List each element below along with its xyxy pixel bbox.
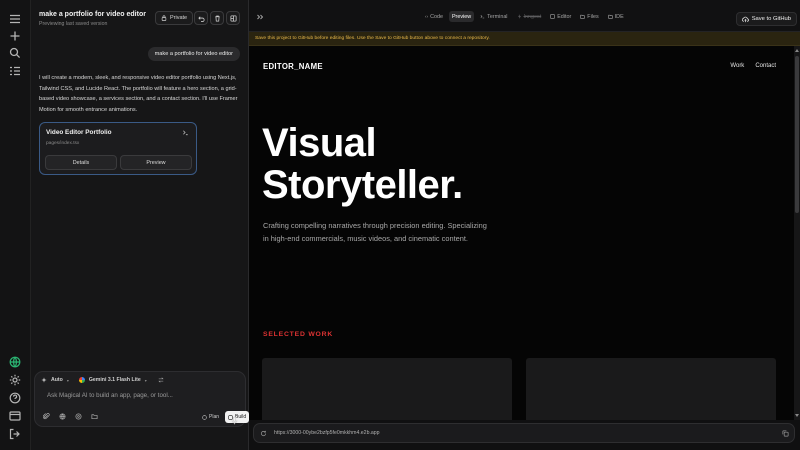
- editor-icon: [550, 14, 555, 19]
- tab-code[interactable]: ‹› Code: [422, 11, 446, 22]
- list-icon[interactable]: [8, 64, 22, 78]
- tab-ide-label: IDE: [614, 13, 624, 20]
- image-icon[interactable]: [75, 413, 82, 420]
- chat-subtitle: Previewing last saved version: [39, 21, 108, 27]
- plus-icon[interactable]: [8, 29, 22, 43]
- help-icon[interactable]: [8, 391, 22, 405]
- globe-icon[interactable]: [8, 355, 22, 369]
- terminal-tab-icon: [480, 15, 485, 19]
- preview-button[interactable]: Preview: [120, 155, 192, 170]
- model-chevron-icon: ▾: [144, 377, 147, 383]
- details-button[interactable]: Details: [45, 155, 117, 170]
- artifact-card[interactable]: Video Editor Portfolio pages/index.tsx D…: [39, 122, 197, 175]
- nav-work-link[interactable]: Work: [730, 63, 744, 69]
- github-warning-banner: Save this project to GitHub before editi…: [249, 32, 800, 46]
- url-field[interactable]: https://3000-00ybe2bzfp5fe0mkkhm4.e2b.ap…: [253, 423, 795, 443]
- tab-preview[interactable]: Preview: [448, 11, 475, 22]
- model-select[interactable]: Gemini 3.1 Flash Lite: [89, 377, 141, 383]
- chat-header: make a portfolio for video editor Previe…: [31, 0, 249, 34]
- private-label: Private: [170, 15, 188, 21]
- bolt-icon: [517, 14, 521, 19]
- copy-icon[interactable]: [782, 430, 789, 437]
- save-to-github-label: Save to GitHub: [751, 16, 791, 22]
- tab-inngest[interactable]: Inngest: [514, 11, 545, 22]
- reload-icon[interactable]: [260, 430, 267, 437]
- ide-icon: [607, 14, 613, 19]
- undo-button[interactable]: [194, 11, 208, 25]
- hero-line-1: Visual: [262, 121, 377, 165]
- private-button[interactable]: Private: [155, 11, 194, 25]
- preview-toolbar: ‹› Code Preview Terminal Inngest Editor …: [249, 0, 800, 32]
- composer-options: Auto ▾ Gemini 3.1 Flash Lite ▾: [41, 377, 164, 383]
- cloud-upload-icon: [741, 16, 749, 22]
- search-icon[interactable]: [8, 46, 22, 60]
- icon-rail: [0, 0, 31, 450]
- trash-icon: [214, 15, 220, 22]
- tab-preview-label: Preview: [451, 13, 472, 20]
- hero-line-2: Storyteller.: [262, 163, 463, 207]
- undo-icon: [197, 15, 204, 22]
- globe-small-icon[interactable]: [59, 413, 66, 420]
- attach-icon[interactable]: [43, 413, 50, 420]
- tab-code-label: Code: [430, 13, 443, 20]
- tab-terminal-label: Terminal: [487, 13, 508, 20]
- lock-icon: [161, 15, 167, 21]
- layout-icon: [229, 14, 237, 22]
- mode-select[interactable]: Auto: [51, 377, 63, 383]
- artifact-path: pages/index.tsx: [46, 141, 80, 146]
- assistant-message: I will create a modern, sleek, and respo…: [39, 75, 238, 114]
- tab-editor-label: Editor: [557, 13, 572, 20]
- save-to-github-button[interactable]: Save to GitHub: [735, 12, 797, 26]
- prompt-input[interactable]: Ask Magical AI to build an app, page, or…: [47, 392, 173, 399]
- tab-inngest-label: Inngest: [523, 13, 542, 20]
- menu-icon[interactable]: [8, 12, 22, 26]
- gemini-icon: [78, 377, 85, 383]
- plan-button[interactable]: Plan: [199, 411, 222, 423]
- settings-icon[interactable]: [8, 373, 22, 387]
- hero-heading: Visual Storyteller.: [262, 122, 463, 206]
- work-card[interactable]: [262, 358, 512, 420]
- folder-icon[interactable]: [91, 413, 98, 420]
- url-text: https://3000-00ybe2bzfp5fe0mkkhm4.e2b.ap…: [274, 430, 380, 436]
- artifact-title: Video Editor Portfolio: [46, 129, 112, 136]
- selected-work-label: SELECTED WORK: [263, 331, 334, 338]
- scroll-down-arrow[interactable]: [795, 414, 799, 417]
- url-bar: https://3000-00ybe2bzfp5fe0mkkhm4.e2b.ap…: [249, 420, 800, 450]
- preview-scrollbar[interactable]: [794, 46, 800, 420]
- chat-panel: make a portfolio for video editor Previe…: [31, 0, 250, 450]
- scroll-up-arrow[interactable]: [795, 49, 799, 52]
- delete-button[interactable]: [210, 11, 224, 25]
- plan-icon: [202, 414, 207, 420]
- mic-button[interactable]: [230, 412, 239, 425]
- tab-editor[interactable]: Editor: [547, 11, 574, 22]
- tab-files[interactable]: Files: [577, 11, 601, 22]
- tab-terminal[interactable]: Terminal: [477, 11, 510, 22]
- expand-sidebar-icon[interactable]: [256, 13, 264, 21]
- work-card[interactable]: [526, 358, 776, 420]
- hero-description: Crafting compelling narratives through p…: [263, 221, 487, 243]
- tab-ide[interactable]: IDE: [605, 11, 627, 22]
- mode-chevron-icon: ▾: [66, 377, 69, 383]
- layout-button[interactable]: [226, 11, 240, 25]
- user-message: make a portfolio for video editor: [147, 47, 240, 61]
- site-nav: Work Contact: [730, 63, 776, 69]
- logout-icon[interactable]: [8, 427, 22, 441]
- swap-icon[interactable]: [158, 377, 164, 383]
- terminal-icon: [182, 129, 189, 136]
- composer: Auto ▾ Gemini 3.1 Flash Lite ▾ Ask Magic…: [34, 371, 250, 427]
- scrollbar-thumb[interactable]: [795, 56, 799, 213]
- site-brand[interactable]: EDITOR_NAME: [263, 62, 323, 71]
- tab-files-label: Files: [587, 13, 599, 20]
- view-tabs: ‹› Code Preview Terminal Inngest Editor …: [422, 11, 627, 22]
- chat-title: make a portfolio for video editor: [39, 11, 146, 18]
- sparkle-icon: [41, 377, 47, 383]
- mic-icon: [231, 416, 238, 425]
- site-preview: EDITOR_NAME Work Contact Visual Storytel…: [249, 46, 794, 420]
- nav-contact-link[interactable]: Contact: [755, 63, 776, 69]
- files-icon: [580, 14, 585, 19]
- code-icon: ‹›: [425, 14, 429, 19]
- composer-tools: [43, 413, 98, 420]
- window-icon[interactable]: [8, 409, 22, 423]
- plan-label: Plan: [209, 414, 220, 420]
